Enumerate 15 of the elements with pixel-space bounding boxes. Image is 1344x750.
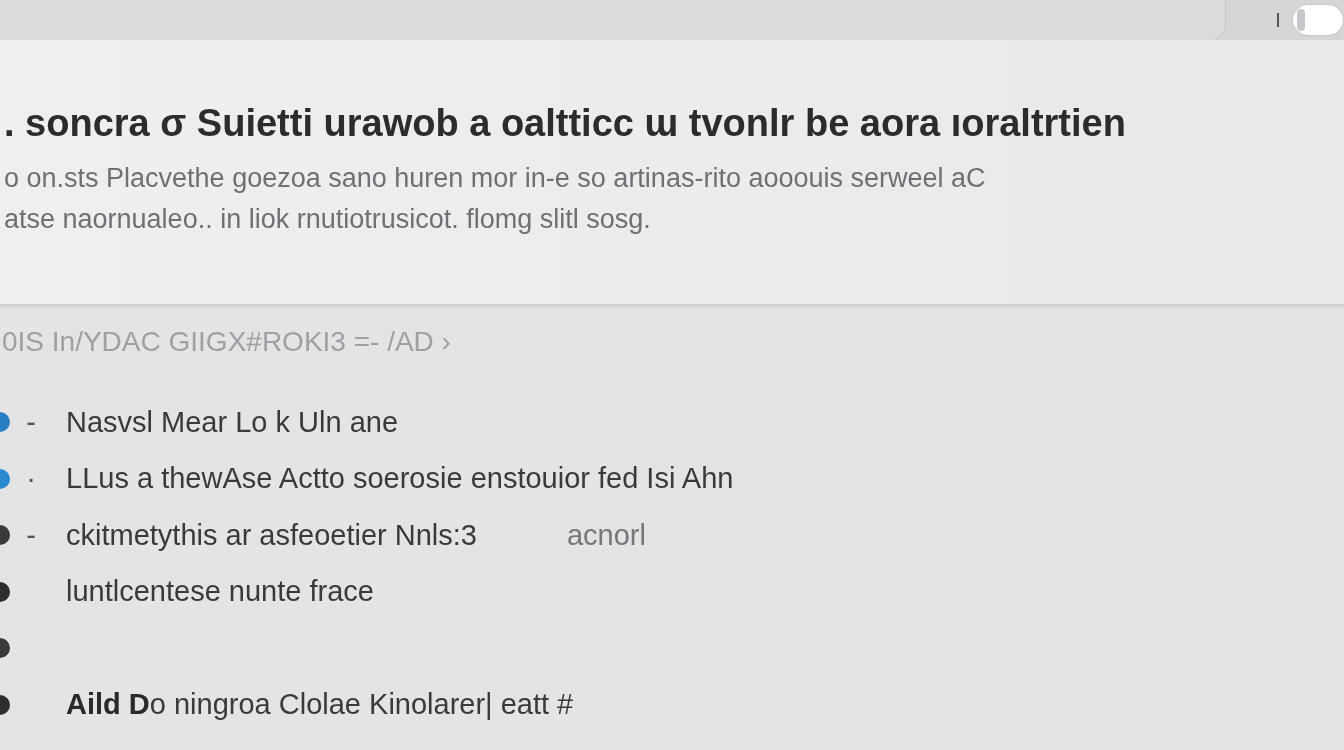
list-item-text: Aild Do ningroa Clolae Kinolarer| eatt # [66, 688, 574, 722]
toggle-switch[interactable] [1293, 5, 1343, 35]
dash: - [25, 405, 37, 439]
list-item-text: Nasvsl Mear Lo k Uln ane [66, 405, 399, 439]
dash: - [25, 518, 37, 552]
item-note: acnorl [567, 518, 646, 552]
description-line: o on.sts Placvethe goezoa sano huren mor in-e so artinas-rito aooouis serweel aC [4, 163, 987, 194]
list-item-text: LLus a thewAse Actto soerosie enstouior fed Isi Ahn [66, 462, 734, 496]
separator-icon [1277, 13, 1279, 27]
list-item-text: ckitmetythis ar asfeoetier Nnls:3 [66, 518, 477, 552]
section-label: 0IS In/YDAC GIIGX#ROKI3 =- /AD › [2, 326, 452, 358]
description-line: atse naornualeo.. in liok rnutiotrusicot. flomg slitl sosg. [4, 204, 652, 235]
page-title: . soncra σ Suietti urawob a oaltticc ɯ tvonlr be aora ıoraltrtien [4, 102, 1127, 145]
dash: · [25, 462, 37, 496]
list-item-text: luntlcentese nunte frace [66, 575, 374, 609]
